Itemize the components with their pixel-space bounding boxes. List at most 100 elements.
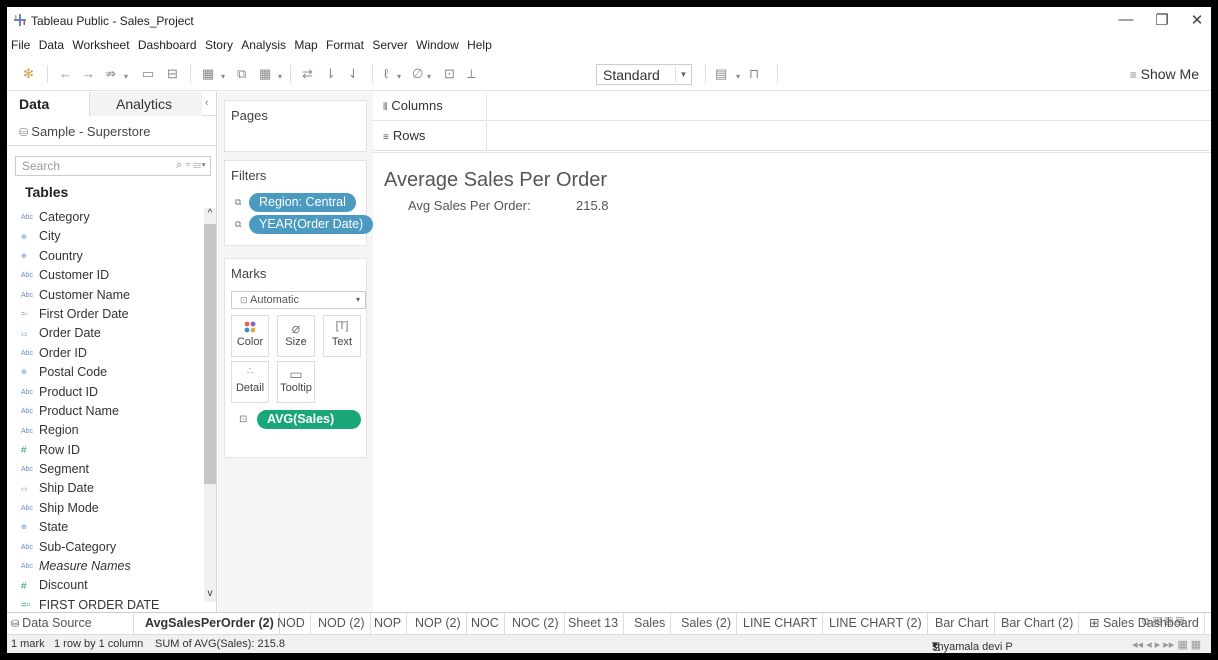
field-item[interactable]: ⊕ Country xyxy=(7,247,203,266)
dropdown-icon[interactable]: ▾ xyxy=(427,69,431,85)
field-item[interactable]: # Row ID xyxy=(7,441,203,460)
sheet-tab[interactable]: Bar Chart (2) xyxy=(996,613,1080,634)
menu-worksheet[interactable]: Worksheet xyxy=(72,37,129,53)
dropdown-icon[interactable]: ▾ xyxy=(736,69,740,85)
field-item[interactable]: Abc Product ID xyxy=(7,383,203,402)
show-me-button[interactable]: ≡ Show Me xyxy=(1130,66,1199,82)
menu-data[interactable]: Data xyxy=(39,37,64,53)
menu-map[interactable]: Map xyxy=(294,37,317,53)
field-item[interactable]: Abc Category xyxy=(7,208,203,227)
menu-server[interactable]: Server xyxy=(372,37,407,53)
sheet-tab[interactable]: NOD xyxy=(272,613,311,634)
sheet-tab[interactable]: LINE CHART (2) xyxy=(824,613,928,634)
sheet-nav-icons[interactable]: ◂◂ ◂ ▸ ▸▸ ▦ ▦ xyxy=(1132,638,1201,651)
dropdown-icon[interactable]: ▾ xyxy=(397,69,401,85)
maximize-button[interactable]: ❐ xyxy=(1142,11,1182,33)
save-icon[interactable]: ▭ xyxy=(142,66,154,82)
redo-icon[interactable]: → xyxy=(82,66,95,82)
sort-asc-icon[interactable]: ⇂ xyxy=(325,66,336,82)
menu-file[interactable]: File xyxy=(11,37,30,53)
field-item[interactable]: =▫ First Order Date xyxy=(7,305,203,324)
sheet-tab[interactable]: ⊞ Sales Dashboard xyxy=(1084,613,1205,634)
field-list-scrollbar[interactable]: ^ v xyxy=(204,208,216,602)
sort-desc-icon[interactable]: ⇃ xyxy=(348,66,359,82)
group-icon[interactable]: ∅ xyxy=(412,66,423,82)
rows-shelf[interactable]: ≡ Rows xyxy=(373,122,1211,151)
tab-data[interactable]: Data xyxy=(7,92,89,116)
tab-data-source[interactable]: ⛁ Data Source xyxy=(7,613,134,634)
tab-avgsalesperorder-2[interactable]: AvgSalesPerOrder (2) xyxy=(140,613,280,634)
sheet-tab[interactable]: Bar Chart xyxy=(930,613,995,634)
menu-window[interactable]: Window xyxy=(416,37,459,53)
duplicate-icon[interactable]: ⧉ xyxy=(237,66,246,82)
mark-type-select[interactable]: ⊡ Automatic ▾ xyxy=(231,291,366,309)
field-item[interactable]: # Discount xyxy=(7,576,203,595)
color-button[interactable]: Color xyxy=(231,315,269,357)
viz-row-value[interactable]: 215.8 xyxy=(576,198,609,213)
user-menu[interactable]: ♙ shyamala devi P ▾ xyxy=(932,638,1013,653)
swap-icon[interactable]: ⇄ xyxy=(302,66,313,82)
field-item[interactable]: Abc Order ID xyxy=(7,344,203,363)
tableau-home-icon[interactable]: ✻ xyxy=(23,66,34,82)
dropdown-icon[interactable]: ▾ xyxy=(221,69,225,85)
fit-select[interactable]: Standard ▼ xyxy=(596,64,692,85)
menu-dashboard[interactable]: Dashboard xyxy=(138,37,197,53)
close-button[interactable]: ✕ xyxy=(1177,11,1211,33)
marks-pill-avg-sales[interactable]: AVG(Sales) xyxy=(257,410,361,429)
field-item[interactable]: ▭ Order Date xyxy=(7,324,203,343)
search-input[interactable]: Search ⌕ ▿ ☰▾ xyxy=(15,156,211,176)
presentation-mode-icon[interactable]: ⊓ xyxy=(749,66,759,82)
scroll-up-icon[interactable]: ^ xyxy=(204,208,216,222)
field-item[interactable]: Abc Product Name xyxy=(7,402,203,421)
field-item[interactable]: Abc Customer ID xyxy=(7,266,203,285)
filter-pill-year[interactable]: YEAR(Order Date) xyxy=(249,215,374,234)
data-source-name[interactable]: ⛁ Sample - Superstore xyxy=(7,116,216,146)
tab-analytics[interactable]: Analytics xyxy=(89,92,202,116)
columns-shelf[interactable]: ⦀ Columns xyxy=(373,92,1211,121)
collapse-pane-icon[interactable]: ‹ xyxy=(205,97,209,109)
field-item[interactable]: ⊕ State xyxy=(7,518,203,537)
label-icon[interactable]: ⊡ xyxy=(444,66,455,82)
minimize-button[interactable]: — xyxy=(1106,11,1146,33)
detail-button[interactable]: ∴ Detail xyxy=(231,361,269,403)
field-item[interactable]: ▭ Ship Date xyxy=(7,479,203,498)
sheet-tab[interactable]: Sales (2) xyxy=(676,613,738,634)
sheet-tab[interactable]: NOC (2) xyxy=(507,613,565,634)
new-datasource-icon[interactable]: ⊟ xyxy=(167,66,178,82)
field-item[interactable]: Abc Customer Name xyxy=(7,286,203,305)
filters-card[interactable]: Filters ⧉ Region: Central ⧉ YEAR(Order D… xyxy=(224,160,374,246)
size-button[interactable]: ⌀ Size xyxy=(277,315,315,357)
undo-icon[interactable]: ← xyxy=(59,66,72,82)
menu-story[interactable]: Story xyxy=(205,37,233,53)
menu-analysis[interactable]: Analysis xyxy=(241,37,286,53)
field-item[interactable]: ⊕ Postal Code xyxy=(7,363,203,382)
filter-pill-region[interactable]: Region: Central xyxy=(249,193,356,212)
sheet-tab[interactable]: NOP (2) xyxy=(410,613,467,634)
viz-canvas[interactable]: Average Sales Per Order Avg Sales Per Or… xyxy=(373,152,1211,602)
field-item[interactable]: ⊕ City xyxy=(7,227,203,246)
field-item[interactable]: Abc Ship Mode xyxy=(7,499,203,518)
sheet-tab[interactable]: Sheet 13 xyxy=(563,613,625,634)
dropdown-icon[interactable]: ▾ xyxy=(124,69,128,85)
sheet-tab[interactable]: LINE CHART xyxy=(738,613,824,634)
field-item[interactable]: Abc Measure Names xyxy=(7,557,203,576)
menu-format[interactable]: Format xyxy=(326,37,364,53)
field-item[interactable]: Abc Region xyxy=(7,421,203,440)
tooltip-button[interactable]: ▭ Tooltip xyxy=(277,361,315,403)
field-item[interactable]: Abc Sub-Category xyxy=(7,538,203,557)
clear-sheet-icon[interactable]: ▦ xyxy=(259,66,271,82)
scroll-thumb[interactable] xyxy=(204,224,216,484)
sheet-tab[interactable]: NOC xyxy=(466,613,505,634)
data-source-icon[interactable]: ⇏ xyxy=(105,66,116,82)
dropdown-icon[interactable]: ▾ xyxy=(278,69,282,85)
new-worksheet-icon[interactable]: ▦ xyxy=(202,66,214,82)
menu-help[interactable]: Help xyxy=(467,37,492,53)
sheet-tab[interactable]: NOP xyxy=(369,613,408,634)
scroll-down-icon[interactable]: v xyxy=(204,588,216,602)
pages-card[interactable]: Pages xyxy=(224,100,367,152)
show-cards-icon[interactable]: ▤ xyxy=(715,66,727,82)
text-button[interactable]: [T] Text xyxy=(323,315,361,357)
highlight-icon[interactable]: ℓ xyxy=(384,66,388,82)
fix-axes-icon[interactable]: ⟂ xyxy=(467,66,476,82)
search-filter-view-icons[interactable]: ⌕ ▿ ☰▾ xyxy=(176,159,206,172)
